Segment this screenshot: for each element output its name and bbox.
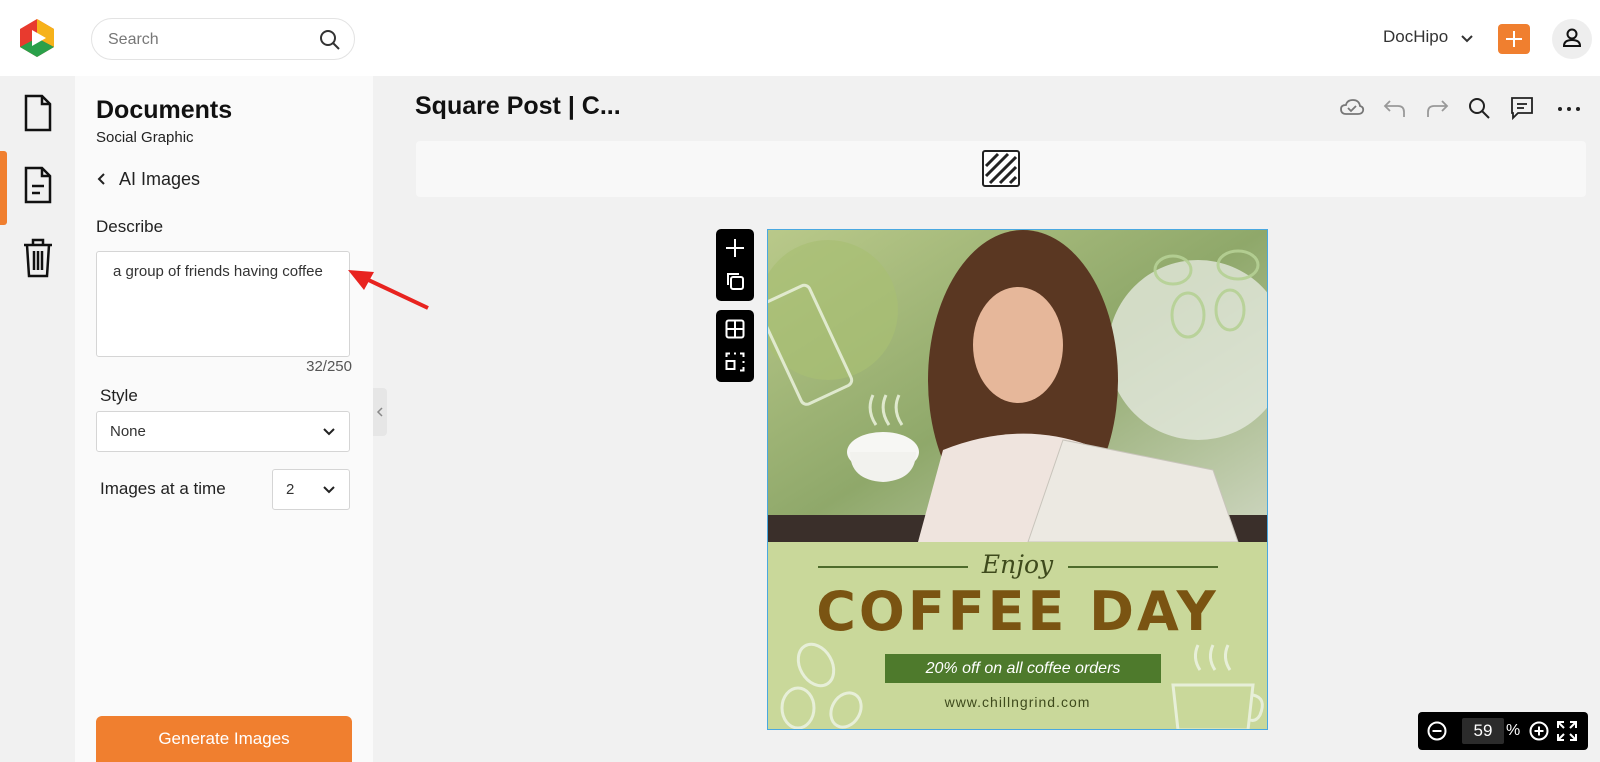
zoom-controls: 59 % [1418, 712, 1588, 750]
redo-icon[interactable] [1424, 95, 1450, 121]
left-rail [0, 76, 75, 762]
coffee-woman-photo[interactable] [768, 230, 1267, 542]
background-pattern-button[interactable] [982, 150, 1020, 187]
panel-subtitle: Social Graphic [96, 129, 194, 146]
annotation-arrow-icon [348, 270, 429, 310]
comment-icon[interactable] [1509, 95, 1535, 121]
enjoy-text[interactable]: Enjoy [768, 550, 1267, 579]
images-at-time-label: Images at a time [100, 479, 226, 498]
top-bar: DocHipo [0, 0, 1600, 76]
add-page-icon[interactable] [725, 238, 745, 258]
back-label: AI Images [119, 169, 201, 189]
rail-item-trash[interactable] [16, 234, 60, 282]
plus-icon [1506, 31, 1522, 47]
layout-tools-group [716, 310, 754, 382]
rail-item-social-graphic[interactable] [16, 162, 60, 210]
user-avatar[interactable] [1552, 19, 1592, 59]
zoom-out-icon[interactable] [1426, 720, 1448, 742]
document-title[interactable]: Square Post | C... [415, 92, 621, 121]
collapse-panel-handle[interactable] [373, 388, 387, 436]
search-box[interactable] [91, 18, 355, 60]
create-new-button[interactable] [1498, 24, 1530, 54]
select-area-icon[interactable] [725, 352, 745, 372]
more-options-icon[interactable] [1556, 95, 1582, 121]
grid-layout-icon[interactable] [725, 319, 745, 339]
zoom-in-icon[interactable] [1528, 720, 1550, 742]
panel-title: Documents [96, 96, 233, 124]
document-lines-icon [24, 166, 52, 204]
cloud-saved-icon[interactable] [1339, 95, 1365, 121]
user-icon [1562, 28, 1582, 47]
account-name[interactable]: DocHipo [1383, 27, 1448, 47]
describe-label: Describe [96, 217, 164, 236]
duplicate-page-icon[interactable] [725, 271, 745, 291]
chevron-down-icon [323, 428, 335, 436]
page-tools-group [716, 229, 754, 301]
active-indicator [0, 151, 7, 225]
promo-banner[interactable]: 20% off on all coffee orders [885, 654, 1161, 683]
search-icon[interactable] [318, 28, 342, 52]
search-icon[interactable] [1466, 95, 1492, 121]
generate-images-button[interactable]: Generate Images [96, 716, 352, 762]
trash-icon [24, 238, 52, 278]
chevron-down-icon [323, 486, 335, 494]
images-count-value: 2 [286, 481, 295, 498]
zoom-unit: % [1506, 722, 1521, 739]
rail-item-documents[interactable] [16, 90, 60, 138]
char-counter: 32/250 [306, 358, 352, 375]
search-input[interactable] [108, 29, 308, 51]
describe-textarea[interactable]: a group of friends having coffee [96, 251, 350, 357]
chevron-down-icon[interactable] [1460, 32, 1474, 46]
style-value: None [110, 423, 146, 440]
pattern-icon [984, 152, 1018, 185]
document-icon [24, 94, 52, 132]
ai-images-panel: Documents Social Graphic AI Images Descr… [75, 76, 373, 762]
chevron-left-icon [376, 407, 383, 417]
zoom-value[interactable]: 59 [1462, 718, 1504, 744]
chevron-left-icon [97, 173, 105, 185]
design-canvas[interactable]: Enjoy COFFEE DAY 20% off on all coffee o… [767, 229, 1268, 730]
coffee-cup-icon [1171, 644, 1264, 729]
style-select[interactable]: None [96, 411, 350, 452]
undo-icon[interactable] [1382, 95, 1408, 121]
coffee-beans-icon [780, 642, 863, 729]
fullscreen-icon[interactable] [1556, 720, 1578, 742]
app-logo-icon[interactable] [18, 18, 56, 58]
headline-text[interactable]: COFFEE DAY [768, 580, 1267, 643]
style-label: Style [100, 386, 138, 405]
images-count-select[interactable]: 2 [272, 469, 350, 510]
